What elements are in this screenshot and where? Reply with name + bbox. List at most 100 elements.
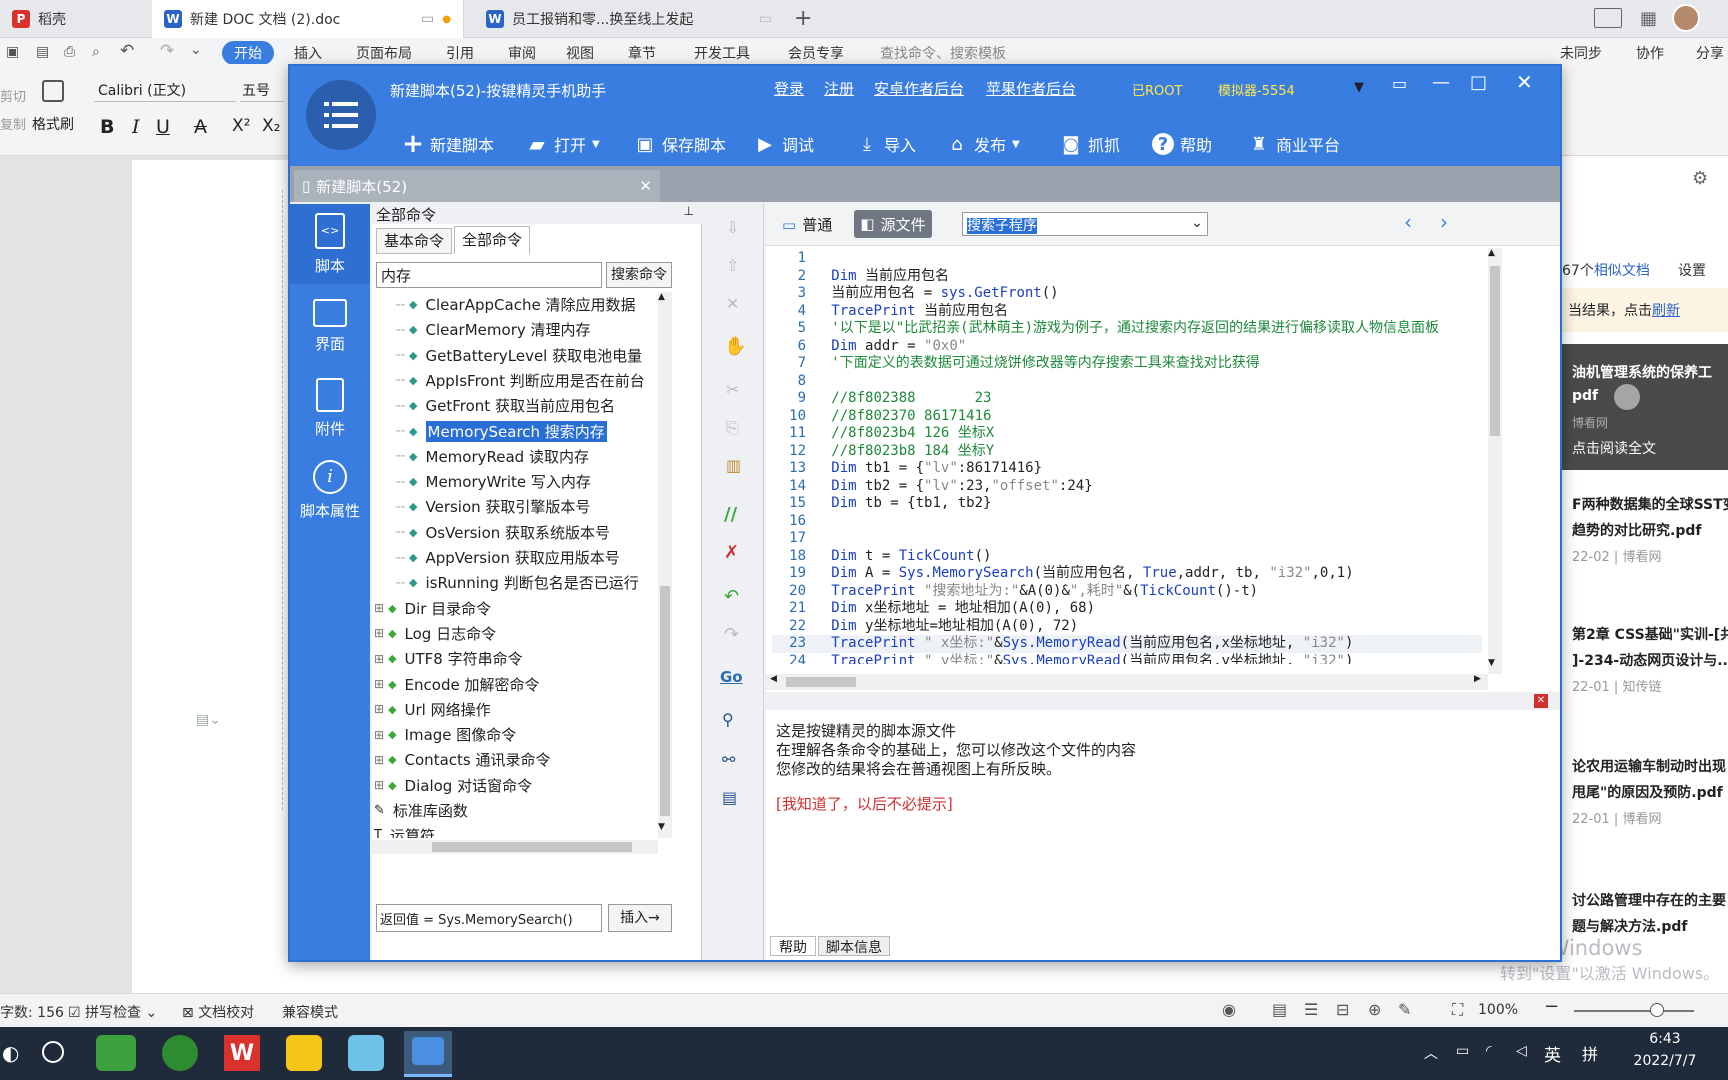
- subscript-icon[interactable]: X₂: [262, 116, 280, 136]
- nav-forward-icon[interactable]: ›: [1440, 210, 1448, 234]
- menu-insert[interactable]: 插入: [294, 43, 322, 63]
- code-line[interactable]: 7 '下面定义的表数据可通过烧饼修改器等内存搜索工具来查找对比获得: [772, 355, 1482, 373]
- scroll-thumb[interactable]: [1490, 266, 1500, 436]
- app-yellow-icon[interactable]: [286, 1035, 322, 1071]
- code-vscrollbar[interactable]: ▲ ▼: [1488, 248, 1502, 674]
- hand-icon[interactable]: ✋: [724, 336, 746, 357]
- login-link[interactable]: 登录: [774, 78, 804, 99]
- tree-leaf-item[interactable]: ┈ ◆ ClearMemory 清理内存: [396, 317, 591, 342]
- menu-start[interactable]: 开始: [222, 41, 274, 65]
- similar-docs-link[interactable]: 相似文档: [1594, 263, 1650, 279]
- menu-member[interactable]: 会员专享: [788, 43, 844, 63]
- user-avatar[interactable]: [1672, 4, 1700, 32]
- uncomment-icon[interactable]: ✗: [724, 542, 739, 563]
- tree-group-item[interactable]: ⊞ ◆ UTF8 字符串命令: [374, 646, 523, 671]
- ios-author-link[interactable]: 苹果作者后台: [986, 78, 1076, 99]
- command-search-input[interactable]: 内存: [376, 262, 602, 288]
- code-line[interactable]: 2 Dim 当前应用包名: [772, 268, 1482, 286]
- scroll-left-icon[interactable]: ◀: [770, 674, 777, 684]
- tree-leaf-item[interactable]: ┈ ◆ ClearAppCache 清除应用数据: [396, 292, 635, 317]
- expand-icon[interactable]: ⊞: [374, 677, 384, 691]
- ime-mode-icon[interactable]: 拼: [1582, 1041, 1598, 1065]
- menu-reference[interactable]: 引用: [446, 43, 474, 63]
- code-line[interactable]: 17: [772, 530, 1482, 548]
- expand-icon[interactable]: ⊞: [374, 626, 384, 640]
- more-chevron-icon[interactable]: ⌄: [190, 42, 202, 58]
- scroll-thumb[interactable]: [660, 586, 670, 816]
- code-line[interactable]: 10 //8f802370 86171416: [772, 408, 1482, 426]
- code-hscrollbar[interactable]: ◀ ▶: [766, 674, 1488, 690]
- open-button[interactable]: ▰ 打开 ▼: [526, 128, 599, 160]
- windows-start-icon[interactable]: ◐: [2, 1041, 19, 1065]
- code-line[interactable]: 20 TracePrint "搜索地址为:"&A(0)&",耗时"&(TickC…: [772, 583, 1482, 601]
- business-platform-button[interactable]: ♜ 商业平台: [1248, 128, 1340, 160]
- pin-icon[interactable]: ⊥: [684, 204, 694, 218]
- dropdown-icon[interactable]: ▼: [1354, 80, 1364, 95]
- tree-leaf-item[interactable]: ┈ ◆ OsVersion 获取系统版本号: [396, 520, 610, 545]
- comment-icon[interactable]: //: [724, 504, 737, 525]
- emulator-select[interactable]: 模拟器-5554: [1218, 80, 1295, 99]
- code-line[interactable]: 1: [772, 250, 1482, 268]
- word-count[interactable]: 字数: 156: [0, 1002, 64, 1022]
- code-editor[interactable]: 1 2 Dim 当前应用包名 3 当前应用包名 = sys.GetFront() 4…: [772, 250, 1482, 664]
- new-tab-plus-icon[interactable]: +: [794, 6, 812, 31]
- app-menu-button[interactable]: [306, 80, 376, 150]
- tree-root-item[interactable]: T 运算符: [374, 823, 435, 838]
- cut-button[interactable]: 剪切: [0, 86, 26, 105]
- help-button[interactable]: ? 帮助: [1152, 128, 1212, 160]
- emulator-icon[interactable]: [348, 1035, 384, 1071]
- italic-icon[interactable]: I: [132, 116, 140, 138]
- scroll-up-icon[interactable]: ▲: [1488, 248, 1495, 258]
- tree-group-item[interactable]: ⊞ ◆ Encode 加解密命令: [374, 672, 539, 697]
- tree-leaf-item[interactable]: ┈ ◆ isRunning 判断包名是否已运行: [396, 570, 639, 595]
- wechat-icon[interactable]: [96, 1035, 136, 1071]
- volume-icon[interactable]: ◁: [1516, 1043, 1527, 1059]
- tree-group-item[interactable]: ⊞ ◆ Dialog 对话窗命令: [374, 773, 532, 798]
- bold-icon[interactable]: B: [100, 116, 114, 138]
- gear-icon[interactable]: ⚙: [1692, 168, 1708, 189]
- code-line[interactable]: 14 Dim tb2 = {"lv":23,"offset":24}: [772, 478, 1482, 496]
- code-line[interactable]: 9 //8f802388 23: [772, 390, 1482, 408]
- redo-icon[interactable]: ↷: [160, 41, 174, 61]
- register-link[interactable]: 注册: [824, 78, 854, 99]
- expand-icon[interactable]: ⊞: [374, 753, 384, 767]
- fit-icon[interactable]: ⛶: [1452, 1000, 1463, 1020]
- code-line[interactable]: 19 Dim A = Sys.MemorySearch(当前应用包名, True…: [772, 565, 1482, 583]
- quick-preview-icon[interactable]: ⌕: [92, 44, 100, 60]
- browser-icon[interactable]: [162, 1035, 198, 1071]
- font-size-select[interactable]: 五号: [240, 78, 284, 102]
- superscript-icon[interactable]: X²: [232, 116, 250, 136]
- code-line[interactable]: 13 Dim tb1 = {"lv":86171416}: [772, 460, 1482, 478]
- tree-leaf-item[interactable]: ┈ ◆ Version 获取引擎版本号: [396, 494, 590, 519]
- tray-chevron-icon[interactable]: ︿: [1424, 1043, 1438, 1063]
- capture-button[interactable]: ◙ 抓抓: [1060, 128, 1120, 160]
- tab-script-info[interactable]: 脚本信息: [818, 936, 890, 956]
- code-line[interactable]: 12 //8f8023b8 184 坐标Y: [772, 443, 1482, 461]
- read-view-icon[interactable]: ⊟: [1336, 1000, 1349, 1019]
- subroutine-select[interactable]: 搜索子程序 ⌄: [962, 212, 1208, 236]
- strikethrough-icon[interactable]: A: [194, 116, 207, 138]
- wps-icon[interactable]: W: [224, 1035, 260, 1071]
- tree-leaf-item[interactable]: ┈ ◆ AppIsFront 判断应用是否在前台: [396, 368, 645, 393]
- tree-leaf-item[interactable]: ┈ ◆ MemoryWrite 写入内存: [396, 469, 591, 494]
- menu-chapter[interactable]: 章节: [628, 43, 656, 63]
- tree-leaf-item[interactable]: ┈ ◆ GetFront 获取当前应用包名: [396, 393, 615, 418]
- zoom-slider[interactable]: [1574, 1010, 1694, 1012]
- featured-doc-card[interactable]: 油机管理系统的保养工 pdf 博看网 点击阅读全文: [1560, 344, 1728, 470]
- tree-group-item[interactable]: ⊞ ◆ Contacts 通讯录命令: [374, 747, 550, 772]
- scroll-down-icon[interactable]: ▼: [1488, 658, 1495, 668]
- library-icon[interactable]: ▤: [722, 788, 737, 807]
- insert-button[interactable]: 插入→: [608, 904, 672, 932]
- tree-group-item[interactable]: ⊞ ◆ Log 日志命令: [374, 621, 496, 646]
- maximize-icon[interactable]: □: [1470, 72, 1487, 93]
- list-item[interactable]: 第2章 CSS基础"实训-[共 ]-234-动态网页设计与... 22-01 |…: [1560, 624, 1728, 728]
- zoom-out-icon[interactable]: −: [1544, 996, 1559, 1017]
- collab-button[interactable]: 协作: [1636, 43, 1664, 63]
- pen-icon[interactable]: ✎: [1398, 1000, 1411, 1019]
- outline-view-icon[interactable]: ☰: [1304, 1000, 1318, 1019]
- restore-icon[interactable]: ▭: [1392, 74, 1407, 93]
- command-search[interactable]: 查找命令、搜索模板: [880, 43, 1006, 63]
- find-icon[interactable]: ⚲: [722, 710, 734, 729]
- code-line[interactable]: 24 TracePrint " y坐标:"&Sys.MemoryRead(当前应…: [772, 653, 1482, 665]
- tree-hscrollbar[interactable]: [372, 840, 658, 854]
